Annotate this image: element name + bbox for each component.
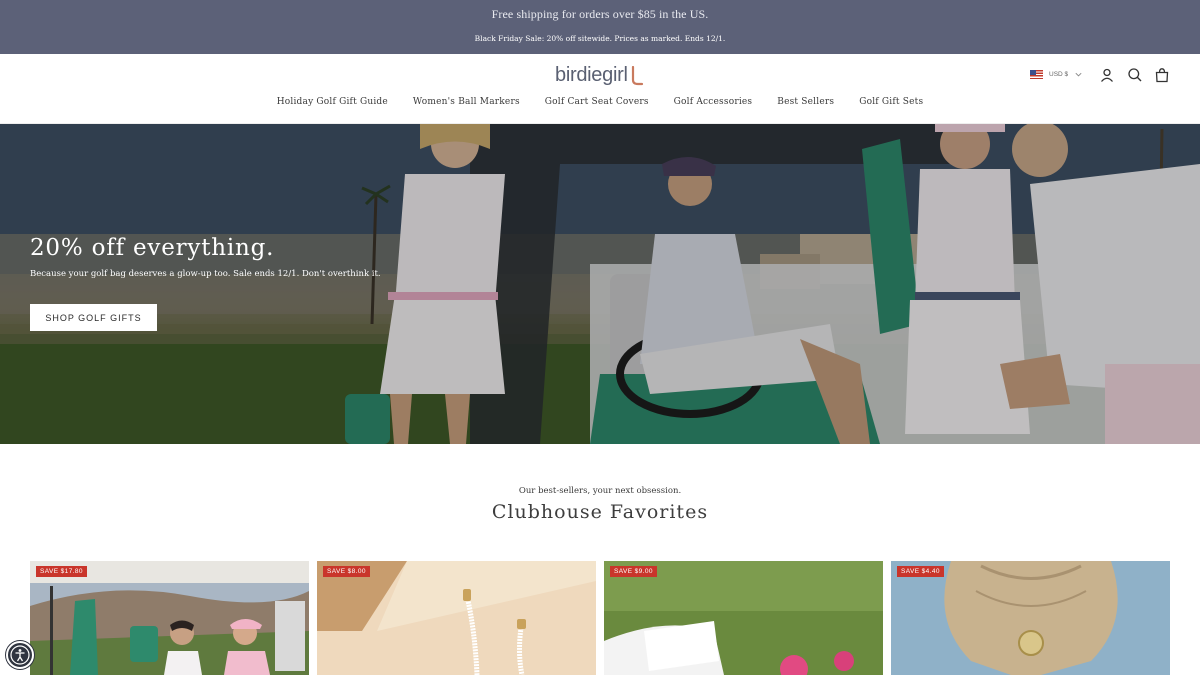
- section-title: Clubhouse Favorites: [491, 501, 709, 523]
- product-card[interactable]: SAVE $9.00: [604, 561, 883, 675]
- site-header: birdiegirl USD $ Holiday Golf Gift Guide…: [0, 54, 1200, 124]
- section-eyebrow: Our best-sellers, your next obsession.: [518, 486, 682, 496]
- hero-title: 20% off everything.: [30, 235, 275, 261]
- product-image: [30, 561, 309, 675]
- nav-item-gift-sets[interactable]: Golf Gift Sets: [859, 97, 923, 107]
- product-image: [891, 561, 1170, 675]
- sale-message: Black Friday Sale: 20% off sitewide. Pri…: [474, 34, 726, 43]
- hero-banner: 20% off everything. Because your golf ba…: [0, 124, 1200, 444]
- golf-club-logo-icon: [631, 66, 644, 86]
- main-nav: Holiday Golf Gift Guide Women's Ball Mar…: [0, 97, 1200, 107]
- hero-photo: [0, 124, 1200, 444]
- product-grid: SAVE $17.80 SAVE $8.00 SAVE $9.00 SAVE $…: [30, 561, 1170, 675]
- nav-item-ball-markers[interactable]: Women's Ball Markers: [413, 97, 520, 107]
- product-card[interactable]: SAVE $17.80: [30, 561, 309, 675]
- shipping-message: Free shipping for orders over $85 in the…: [491, 7, 709, 21]
- shop-golf-gifts-button[interactable]: SHOP GOLF GIFTS: [30, 304, 157, 331]
- accessibility-icon: [10, 645, 30, 665]
- discount-badge: SAVE $17.80: [36, 566, 87, 577]
- discount-badge: SAVE $8.00: [323, 566, 370, 577]
- currency-selector[interactable]: USD $: [1030, 70, 1083, 79]
- product-image: [604, 561, 883, 675]
- currency-label: USD $: [1049, 71, 1069, 78]
- accessibility-button[interactable]: [6, 641, 34, 669]
- us-flag-icon: [1030, 70, 1043, 79]
- nav-item-holiday-gift-guide[interactable]: Holiday Golf Gift Guide: [277, 97, 388, 107]
- chevron-down-icon: [1075, 72, 1082, 77]
- hero-subtitle: Because your golf bag deserves a glow-up…: [30, 269, 381, 279]
- product-image: [317, 561, 596, 675]
- product-card[interactable]: SAVE $4.40: [891, 561, 1170, 675]
- cart-icon[interactable]: [1154, 67, 1170, 83]
- search-icon[interactable]: [1127, 67, 1143, 83]
- nav-item-golf-accessories[interactable]: Golf Accessories: [674, 97, 753, 107]
- announcement-bar: Free shipping for orders over $85 in the…: [0, 0, 1200, 54]
- nav-item-cart-seat-covers[interactable]: Golf Cart Seat Covers: [545, 97, 649, 107]
- site-logo[interactable]: birdiegirl: [555, 64, 628, 87]
- nav-item-best-sellers[interactable]: Best Sellers: [777, 97, 834, 107]
- discount-badge: SAVE $9.00: [610, 566, 657, 577]
- discount-badge: SAVE $4.40: [897, 566, 944, 577]
- product-card[interactable]: SAVE $8.00: [317, 561, 596, 675]
- account-icon[interactable]: [1099, 67, 1115, 83]
